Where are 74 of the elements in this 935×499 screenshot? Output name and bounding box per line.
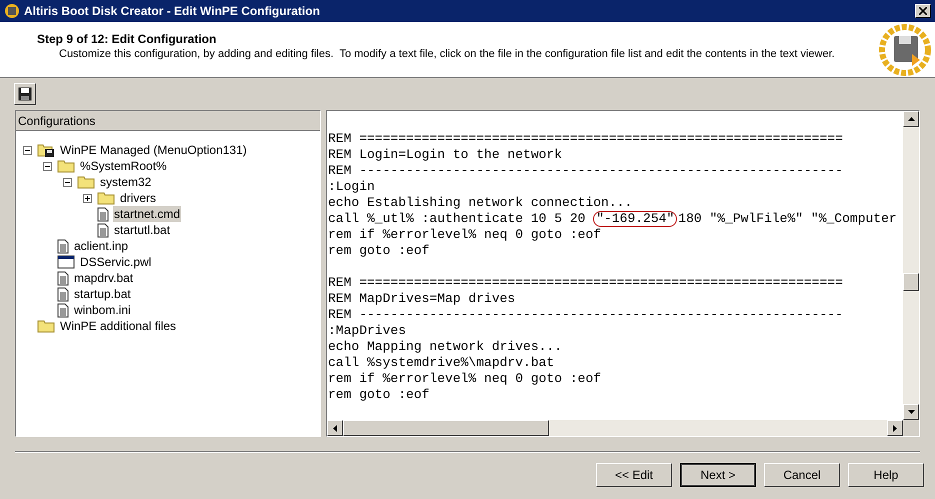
code-line: :Login xyxy=(327,179,376,195)
scroll-up-button[interactable] xyxy=(903,111,919,127)
code-text: call %_utl% :authenticate 10 5 20 xyxy=(327,211,586,227)
app-icon xyxy=(4,3,20,19)
configurations-heading: Configurations xyxy=(16,111,320,131)
folder-icon xyxy=(57,159,75,173)
dialog-button[interactable]: Next > xyxy=(680,463,756,487)
folder-icon xyxy=(97,191,115,205)
dialog-button[interactable]: Help xyxy=(848,463,924,487)
up-arrow-icon xyxy=(908,117,914,121)
scroll-thumb[interactable] xyxy=(343,420,549,436)
code-line: REM -------------------------------------------------------------- xyxy=(327,307,844,323)
right-arrow-icon xyxy=(893,424,897,432)
tree-item[interactable]: WinPE additional files xyxy=(59,318,178,334)
floppy-logo-icon xyxy=(879,24,931,76)
circled-value: "-169.254" xyxy=(593,211,678,227)
file-icon xyxy=(57,286,69,302)
code-line: rem if %errorlevel% neq 0 goto :eof xyxy=(327,371,602,387)
tree-item[interactable]: startnet.cmd xyxy=(113,206,182,222)
tree-item[interactable]: WinPE Managed (MenuOption131) xyxy=(59,142,248,158)
collapse-toggle[interactable] xyxy=(43,162,52,170)
save-button[interactable] xyxy=(14,83,36,105)
tree-item[interactable]: drivers xyxy=(119,190,158,206)
tree-item[interactable]: system32 xyxy=(99,174,152,190)
folder-icon xyxy=(37,319,55,333)
tree-item[interactable]: startup.bat xyxy=(73,286,132,302)
save-icon xyxy=(18,87,32,101)
close-icon xyxy=(919,7,927,15)
scroll-right-button[interactable] xyxy=(887,420,903,436)
tree-item[interactable]: startutl.bat xyxy=(113,222,172,238)
dialog-button[interactable]: Cancel xyxy=(764,463,840,487)
code-line: rem if %errorlevel% neq 0 goto :eof xyxy=(327,227,602,243)
code-line: REM ============================================================== xyxy=(327,131,844,147)
file-icon xyxy=(97,222,109,238)
vertical-scrollbar[interactable] xyxy=(903,111,919,420)
scrollbar-corner xyxy=(903,420,919,436)
code-line: REM ============================================================== xyxy=(327,275,844,291)
code-line: call %systemdrive%\mapdrv.bat xyxy=(327,355,556,371)
tree-item[interactable]: DSServic.pwl xyxy=(79,254,152,270)
disk-folder-icon xyxy=(37,142,55,158)
code-line: REM -------------------------------------------------------------- xyxy=(327,163,844,179)
left-arrow-icon xyxy=(333,424,337,432)
dialog-button[interactable]: << Edit xyxy=(596,463,672,487)
tree-item[interactable]: aclient.inp xyxy=(73,238,130,254)
code-line: REM MapDrives=Map drives xyxy=(327,291,516,307)
code-line: :MapDrives xyxy=(327,323,408,339)
collapse-toggle[interactable] xyxy=(63,178,72,186)
expand-toggle[interactable] xyxy=(83,194,92,202)
window-icon xyxy=(57,255,75,269)
code-line: echo Mapping network drives... xyxy=(327,339,564,355)
file-icon xyxy=(57,270,69,286)
scroll-left-button[interactable] xyxy=(327,420,343,436)
code-text: 180 "%_PwlFile%" "%_Computer xyxy=(677,211,897,227)
folder-icon xyxy=(77,175,95,189)
down-arrow-icon xyxy=(908,410,914,414)
close-button[interactable] xyxy=(915,4,931,18)
code-line: echo Establishing network connection... xyxy=(327,195,634,211)
file-icon xyxy=(57,302,69,318)
tree-item[interactable]: winbom.ini xyxy=(73,302,132,318)
window-title: Altiris Boot Disk Creator - Edit WinPE Configuration xyxy=(24,3,321,20)
step-title: Step 9 of 12: Edit Configuration xyxy=(37,32,218,46)
scroll-down-button[interactable] xyxy=(903,404,919,420)
collapse-toggle[interactable] xyxy=(23,146,32,154)
file-icon xyxy=(97,206,109,222)
horizontal-scrollbar[interactable] xyxy=(327,420,903,436)
code-line: REM Login=Login to the network xyxy=(327,147,564,163)
code-line: rem goto :eof xyxy=(327,243,430,259)
tree-item[interactable]: mapdrv.bat xyxy=(73,270,134,286)
scroll-thumb[interactable] xyxy=(903,273,919,291)
text-viewer[interactable] xyxy=(326,110,920,437)
code-line: rem goto :eof xyxy=(327,387,430,403)
step-description: Customize this configuration, by adding and editing files. To modify a text file, click on the file in the configuration file list and edit the contents in the text viewer. xyxy=(58,47,836,62)
file-icon xyxy=(57,238,69,254)
tree-item[interactable]: %SystemRoot% xyxy=(79,158,168,174)
